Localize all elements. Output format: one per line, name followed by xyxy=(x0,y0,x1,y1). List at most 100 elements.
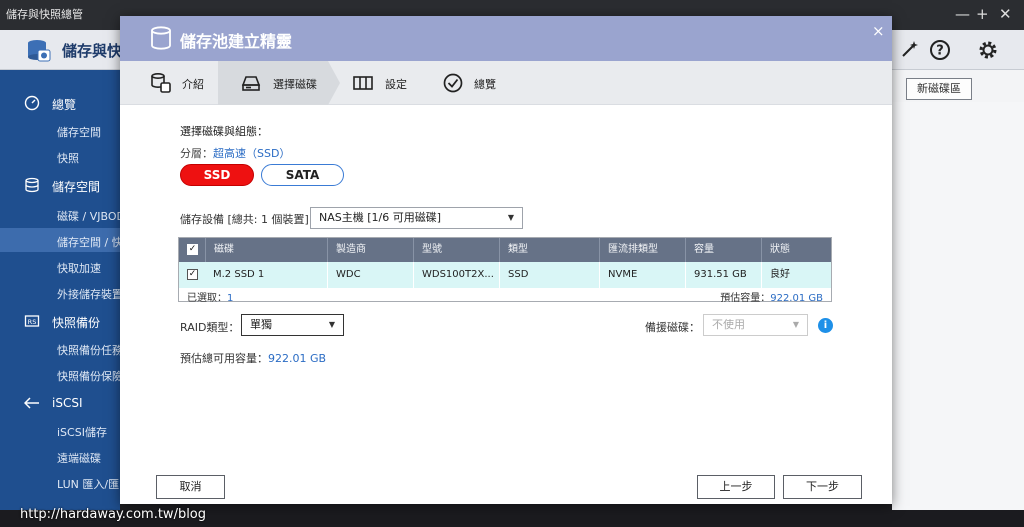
dashboard-icon xyxy=(24,95,40,111)
sidebar-item-label: 磁碟 / VJBOD xyxy=(57,210,125,223)
settings-panel-icon xyxy=(353,76,373,90)
disk-drive-icon xyxy=(241,76,261,91)
sidebar-group-iscsi[interactable]: iSCSI xyxy=(0,390,120,416)
step-arrow xyxy=(328,61,340,105)
magic-wand-icon[interactable] xyxy=(897,38,921,62)
sidebar-group-label: iSCSI xyxy=(52,396,83,410)
sidebar-item-label: 快照備份保險 xyxy=(57,370,123,383)
sidebar-item-snapshot[interactable]: 快照 xyxy=(0,144,120,168)
maximize-icon[interactable]: + xyxy=(976,5,989,23)
column-header: 類型 xyxy=(499,238,599,262)
storage-logo-icon xyxy=(28,40,51,62)
step-label: 介紹 xyxy=(182,78,204,91)
help-icon[interactable]: ? xyxy=(928,38,952,62)
cell-capacity: 931.51 GB xyxy=(685,262,761,288)
sidebar-group-storage[interactable]: 儲存空間 xyxy=(0,172,120,198)
sata-tier-button[interactable]: SATA xyxy=(261,164,344,186)
select-all-checkbox[interactable]: ✓ xyxy=(187,244,198,255)
sidebar-group-label: 總覽 xyxy=(52,98,77,112)
estimated-usable-capacity: 預估總可用容量：922.01 GB xyxy=(180,350,326,366)
watermark-text: http://hardaway.com.tw/blog xyxy=(20,507,207,522)
next-button[interactable]: 下一步 xyxy=(783,475,862,499)
cell-vendor: WDC xyxy=(327,262,413,288)
database-cluster-icon xyxy=(151,72,171,93)
sidebar-group-label: 儲存空間 xyxy=(52,180,101,194)
sidebar-item-storage[interactable]: 儲存空間 xyxy=(0,118,120,142)
cell-model: WDS100T2X... xyxy=(413,262,499,288)
tier-value: 超高速（SSD） xyxy=(213,147,291,160)
select-value: 單獨 xyxy=(250,318,272,331)
sidebar-item-lun-import[interactable]: LUN 匯入/匯 xyxy=(0,470,120,494)
sidebar-group-snapshot-backup[interactable]: RS 快照備份 xyxy=(0,308,120,334)
table-row[interactable]: ✓ M.2 SSD 1 WDC WDS100T2X... SSD NVME 93… xyxy=(179,262,831,288)
database-icon xyxy=(25,177,39,193)
column-header: 磁碟 xyxy=(205,238,327,262)
database-icon xyxy=(151,26,171,50)
cancel-button[interactable]: 取消 xyxy=(156,475,225,499)
table-header: ✓ 磁碟 製造商 型號 類型 匯流排類型 容量 狀態 xyxy=(179,238,831,262)
column-header: 型號 xyxy=(413,238,499,262)
sidebar-item-storage-snapshot[interactable]: 儲存空間 / 快 xyxy=(0,228,123,252)
section-title: 選擇磁碟與組態： xyxy=(180,125,268,138)
gear-icon[interactable] xyxy=(976,38,1000,62)
storage-device-label: 儲存設備 [總共: 1 個裝置]: xyxy=(180,213,313,226)
step-select-disks: 選擇磁碟 xyxy=(218,61,328,105)
cell-disk: M.2 SSD 1 xyxy=(213,269,265,280)
step-label: 總覽 xyxy=(474,78,496,91)
sidebar-item-external[interactable]: 外接儲存裝置 xyxy=(0,280,123,304)
sidebar-item-label: 快照 xyxy=(57,152,79,165)
sidebar-item-cache[interactable]: 快取加速 xyxy=(0,254,120,278)
caret-down-icon: ▼ xyxy=(328,320,335,329)
modal-title: 儲存池建立精靈 xyxy=(180,32,293,51)
wizard-steps: 介紹 選擇磁碟 設定 總覽 xyxy=(120,61,892,105)
back-button[interactable]: 上一步 xyxy=(697,475,775,499)
sidebar-item-iscsi-storage[interactable]: iSCSI儲存 xyxy=(0,418,120,442)
est-usable-value: 922.01 GB xyxy=(268,352,327,365)
new-volume-button[interactable]: 新磁碟區 xyxy=(906,78,972,100)
spare-disk-select[interactable]: 不使用 ▼ xyxy=(703,314,808,336)
sidebar-item-snapshot-vault[interactable]: 快照備份保險 xyxy=(0,362,123,386)
info-icon[interactable]: i xyxy=(818,318,833,333)
est-capacity-value: 922.01 GB xyxy=(770,293,823,304)
close-icon[interactable]: ✕ xyxy=(999,5,1012,23)
sidebar-group-overview[interactable]: 總覽 xyxy=(0,90,120,116)
wizard-content: 選擇磁碟與組態： 分層：超高速（SSD） SSD SATA 儲存設備 [總共: … xyxy=(120,105,892,504)
spare-disk-label: 備援磁碟： xyxy=(645,321,700,334)
sidebar-item-label: 儲存空間 xyxy=(57,126,101,139)
close-icon[interactable]: × xyxy=(872,22,885,40)
column-header: 容量 xyxy=(685,238,761,262)
cell-bus: NVME xyxy=(599,262,685,288)
sidebar-item-label: iSCSI儲存 xyxy=(57,426,107,439)
estimated-capacity: 預估容量：922.01 GB xyxy=(720,289,823,304)
select-value: NAS主機 [1/6 可用磁碟] xyxy=(319,211,442,224)
ssd-tier-button[interactable]: SSD xyxy=(180,164,254,186)
minimize-icon[interactable]: — xyxy=(955,5,970,23)
app-name: 儲存與快 xyxy=(62,42,123,60)
cell-status: 良好 xyxy=(761,262,831,288)
raid-type-label: RAID類型： xyxy=(180,321,240,334)
sidebar-group-label: 快照備份 xyxy=(52,316,101,330)
step-label: 選擇磁碟 xyxy=(273,78,317,91)
storage-device-select[interactable]: NAS主機 [1/6 可用磁碟] ▼ xyxy=(310,207,523,229)
raid-type-select[interactable]: 單獨 ▼ xyxy=(241,314,344,336)
caret-down-icon: ▼ xyxy=(507,213,514,222)
column-header: 匯流排類型 xyxy=(599,238,685,262)
column-header: 狀態 xyxy=(761,238,831,262)
sidebar-item-remote-disk[interactable]: 遠端磁碟 xyxy=(0,444,120,468)
sidebar-item-disks[interactable]: 磁碟 / VJBOD xyxy=(0,202,125,226)
arrows-icon xyxy=(24,397,39,409)
modal-header: 儲存池建立精靈 × xyxy=(120,16,892,61)
selected-label: 已選取： xyxy=(187,293,227,304)
window-title: 儲存與快照總管 xyxy=(6,8,83,21)
sidebar-item-label: 儲存空間 / 快 xyxy=(57,236,123,249)
sidebar-item-label: LUN 匯入/匯 xyxy=(57,478,120,491)
step-label: 設定 xyxy=(385,78,407,91)
row-checkbox[interactable]: ✓ xyxy=(187,269,198,280)
sidebar-item-label: 快照備份任務 xyxy=(57,344,123,357)
selected-value: 1 xyxy=(227,293,234,304)
sidebar-item-snapshot-task[interactable]: 快照備份任務 xyxy=(0,336,123,360)
sidebar-item-label: 遠端磁碟 xyxy=(57,452,101,465)
selected-count: 已選取：1 xyxy=(187,289,233,304)
tier-label: 分層： xyxy=(180,147,213,160)
sidebar-item-label: 快取加速 xyxy=(57,262,101,275)
